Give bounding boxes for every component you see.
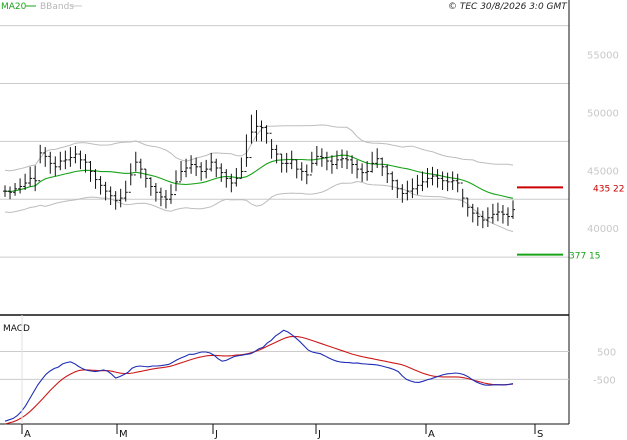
macd-axis-ticks: 500 -500 [593,347,616,386]
legend-bbands-label: BBands [40,2,74,12]
resistance-level-label: 435 22 [593,184,625,194]
x-tick-label: A [428,429,435,440]
x-tick-label: A [24,429,31,440]
x-tick-label: S [537,429,543,440]
macd-tick-label: -500 [593,375,616,386]
copyright-watermark: © TEC 30/8/2026 3:0 GMT [448,2,568,12]
support-level-label: 377 15 [569,252,601,262]
macd-line [4,329,514,422]
ma20-line [4,154,514,199]
macd-tick-label: 500 [597,347,616,358]
x-tick-label: J [317,429,321,440]
signal-line [4,335,514,425]
macd-panel-grid [0,350,569,380]
macd-panel-title: MACD [3,324,30,334]
macd-lines [4,329,514,425]
price-tick-label: 55000 [587,51,619,62]
bollinger-upper-line [4,124,514,172]
price-panel-grid [0,25,569,258]
x-tick-label: M [119,429,128,440]
price-levels: 435 22 377 15 [517,184,625,262]
legend-ma20-label: MA20 [1,2,27,12]
price-axis-ticks: 55000 50000 45000 40000 [587,51,619,236]
price-tick-label: 40000 [587,224,619,235]
price-tick-label: 45000 [587,166,619,177]
price-tick-label: 50000 [587,108,619,119]
ma20-path [4,154,514,199]
x-tick-label: J [214,429,218,440]
bollinger-lower-line [4,180,514,232]
chart-canvas: MA20 BBands © TEC 30/8/2026 3:0 GMT 435 … [0,0,625,440]
